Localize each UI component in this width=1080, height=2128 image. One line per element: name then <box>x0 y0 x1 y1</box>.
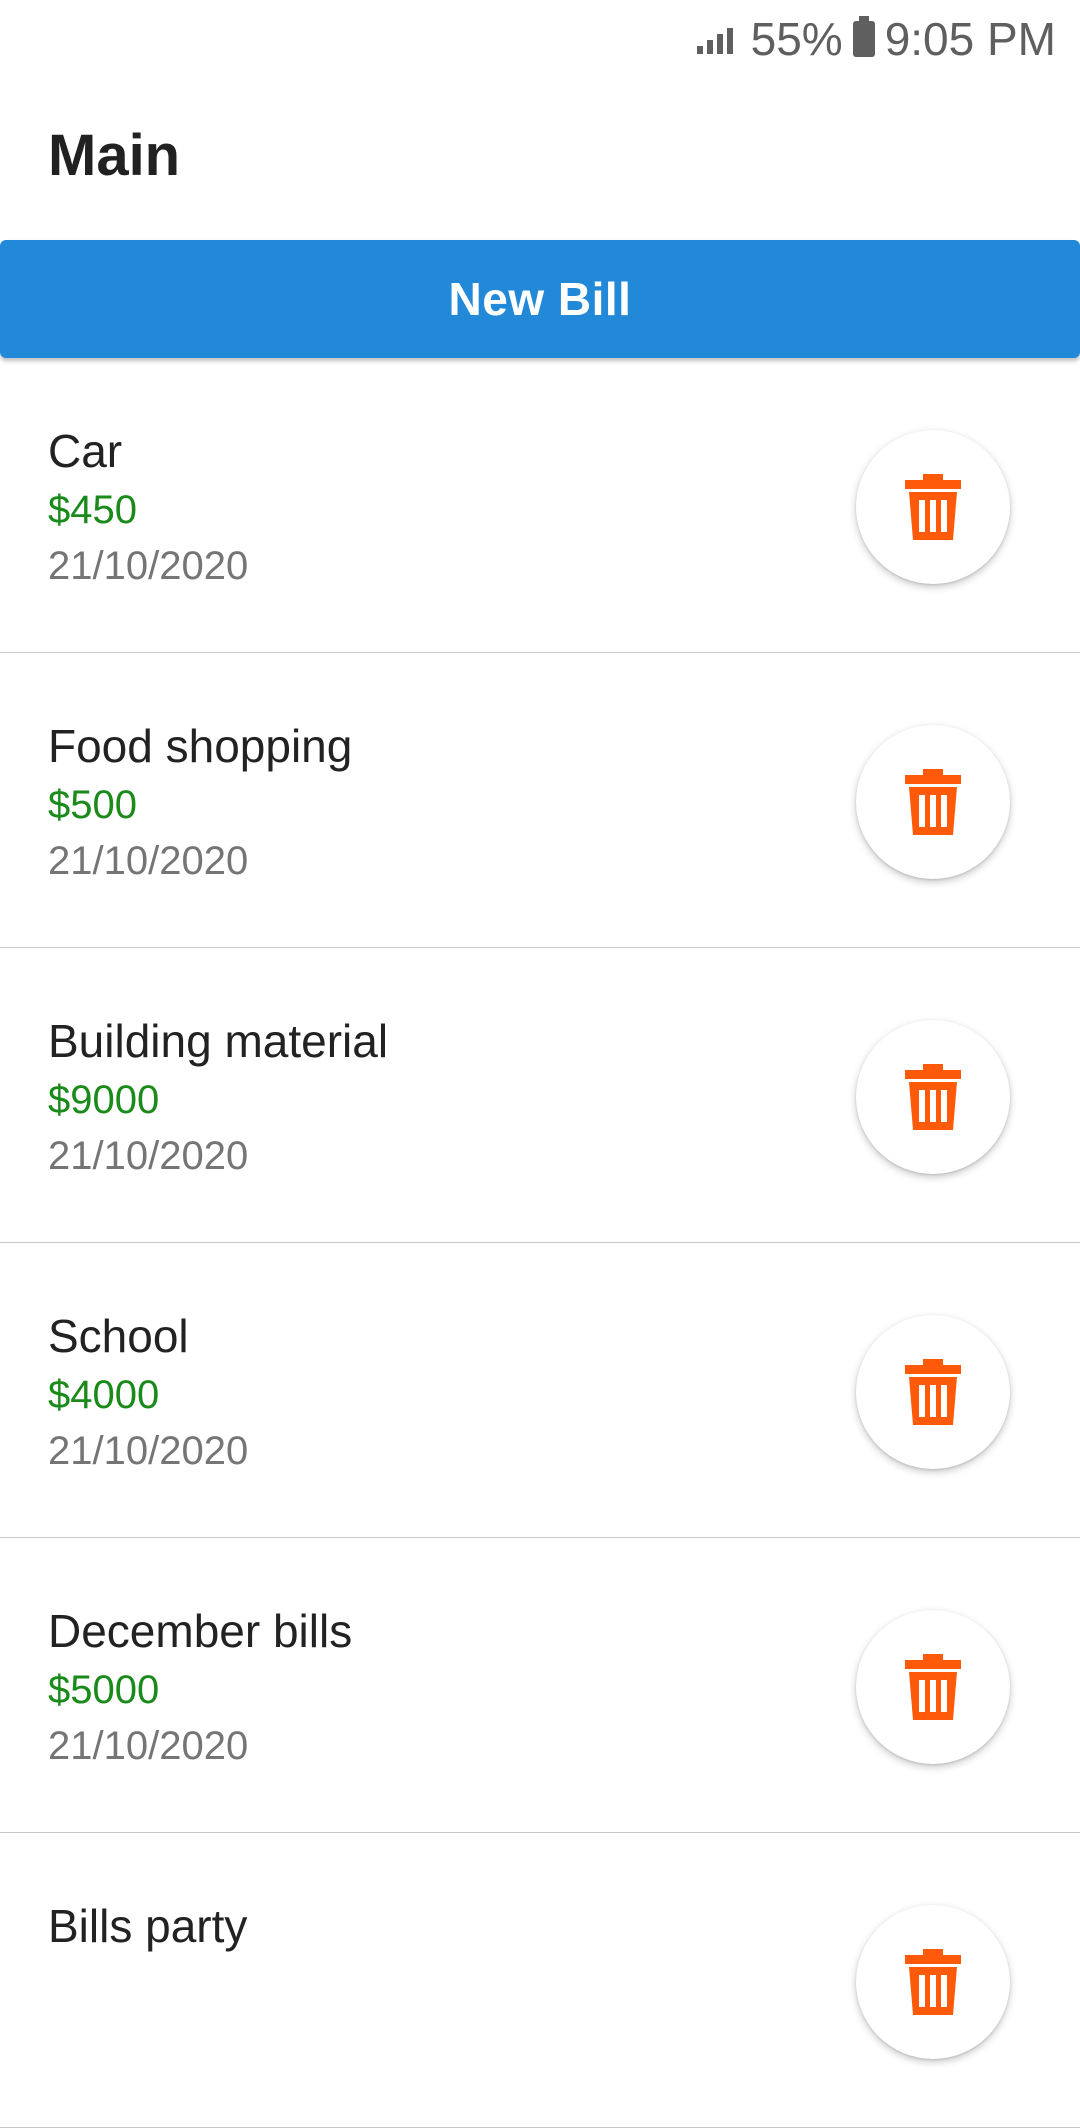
bill-list: Car $450 21/10/2020 Food shopping $500 2… <box>0 358 1080 2128</box>
bill-date: 21/10/2020 <box>48 544 249 588</box>
page-title: Main <box>48 123 181 188</box>
delete-bill-button[interactable] <box>856 1315 1010 1469</box>
bill-row: Bills party <box>0 1833 1080 2128</box>
delete-bill-button[interactable] <box>856 1610 1010 1764</box>
battery-percent: 55% <box>750 13 843 65</box>
bill-date: 21/10/2020 <box>48 1724 249 1768</box>
bill-amount: $500 <box>48 783 137 827</box>
bill-row: Car $450 21/10/2020 <box>0 358 1080 653</box>
trash-icon <box>905 1949 961 2015</box>
trash-icon <box>905 474 961 540</box>
clock: 9:05 PM <box>884 13 1056 65</box>
bill-name: December bills <box>48 1605 353 1657</box>
trash-icon <box>905 1064 961 1130</box>
bill-name: Car <box>48 425 123 477</box>
delete-bill-button[interactable] <box>856 430 1010 584</box>
bill-name: School <box>48 1310 189 1362</box>
bill-row: School $4000 21/10/2020 <box>0 1243 1080 1538</box>
delete-bill-button[interactable] <box>856 1020 1010 1174</box>
bill-amount: $450 <box>48 488 137 532</box>
bill-amount: $9000 <box>48 1078 160 1122</box>
bill-row: December bills $5000 21/10/2020 <box>0 1538 1080 1833</box>
status-bar: 55% 9:05 PM <box>0 0 1080 78</box>
bill-row: Food shopping $500 21/10/2020 <box>0 653 1080 948</box>
bill-date: 21/10/2020 <box>48 839 249 883</box>
battery-icon <box>852 16 875 57</box>
trash-icon <box>905 1654 961 1720</box>
bill-name: Bills party <box>48 1900 248 1952</box>
delete-bill-button[interactable] <box>856 725 1010 879</box>
signal-icon <box>696 24 737 54</box>
bill-amount: $5000 <box>48 1668 160 1712</box>
trash-icon <box>905 1359 961 1425</box>
bill-row: Building material $9000 21/10/2020 <box>0 948 1080 1243</box>
bill-name: Building material <box>48 1015 389 1067</box>
bill-amount: $4000 <box>48 1373 160 1417</box>
delete-bill-button[interactable] <box>856 1905 1010 2059</box>
new-bill-button[interactable]: New Bill <box>0 240 1080 358</box>
trash-icon <box>905 769 961 835</box>
bill-name: Food shopping <box>48 720 353 772</box>
bill-date: 21/10/2020 <box>48 1134 249 1178</box>
bill-date: 21/10/2020 <box>48 1429 249 1473</box>
